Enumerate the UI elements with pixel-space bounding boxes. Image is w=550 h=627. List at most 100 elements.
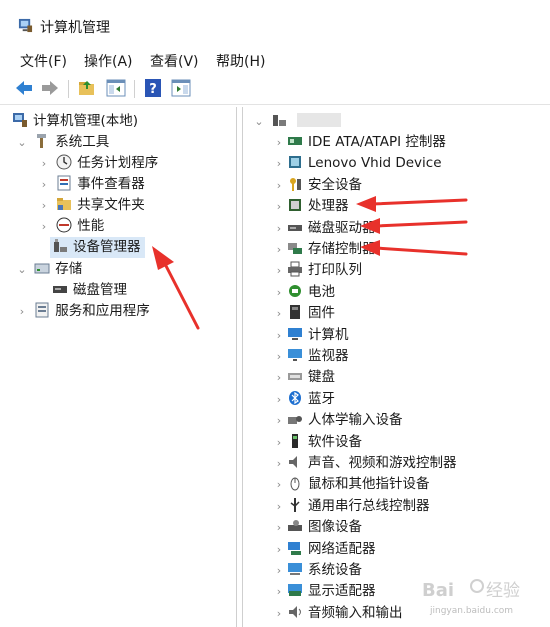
keyboard-icon	[288, 373, 302, 381]
chevron-right-icon[interactable]: ›	[38, 195, 50, 216]
device-category-label: IDE ATA/ATAPI 控制器	[308, 134, 446, 150]
chevron-right-icon[interactable]: ›	[273, 132, 285, 153]
baidu-watermark: Bai 经验 jingyan.baidu.com	[420, 574, 545, 622]
device-category[interactable]: › IDE ATA/ATAPI 控制器	[273, 132, 446, 153]
chevron-down-icon[interactable]: ⌄	[16, 132, 28, 153]
device-category[interactable]: › 鼠标和其他指针设备	[273, 474, 430, 495]
storage-controller-icon	[288, 243, 302, 254]
chevron-right-icon[interactable]: ›	[273, 539, 285, 560]
help-icon[interactable]: ?	[143, 78, 163, 98]
device-category[interactable]: › 计算机	[273, 325, 349, 346]
chevron-right-icon[interactable]: ›	[273, 432, 285, 453]
device-category[interactable]: › 人体学输入设备	[273, 410, 403, 431]
tree-item-task-scheduler[interactable]: › 任务计划程序	[38, 153, 158, 174]
chevron-right-icon[interactable]: ›	[273, 282, 285, 303]
chevron-right-icon[interactable]: ›	[16, 301, 28, 322]
chevron-right-icon[interactable]: ›	[273, 389, 285, 410]
device-category[interactable]: › 处理器	[273, 196, 349, 217]
tree-item-label: 系统工具	[55, 134, 110, 150]
camera-icon	[288, 520, 302, 532]
menu-action[interactable]: 操作(A)	[84, 51, 133, 71]
device-category[interactable]: › 安全设备	[273, 175, 362, 196]
device-category[interactable]: › 键盘	[273, 367, 335, 388]
red-arrow-device-manager	[152, 246, 200, 330]
device-category[interactable]: › 电池	[273, 282, 335, 303]
battery-icon	[289, 284, 301, 297]
chevron-right-icon[interactable]: ›	[273, 517, 285, 538]
chevron-right-icon[interactable]: ›	[273, 239, 285, 260]
chevron-right-icon[interactable]: ›	[273, 453, 285, 474]
device-category-label: 计算机	[308, 326, 349, 343]
usb-icon	[290, 497, 300, 512]
tree-item-label: 服务和应用程序	[55, 303, 150, 319]
device-category[interactable]: › 软件设备	[273, 432, 362, 453]
menu-view[interactable]: 查看(V)	[150, 51, 199, 71]
computer-management-icon	[13, 113, 27, 127]
chevron-right-icon[interactable]: ›	[273, 303, 285, 324]
chevron-right-icon[interactable]: ›	[273, 560, 285, 581]
chevron-right-icon[interactable]: ›	[273, 196, 285, 217]
device-category[interactable]: › 网络适配器	[273, 539, 376, 560]
chevron-right-icon[interactable]: ›	[273, 410, 285, 431]
chevron-right-icon[interactable]: ›	[273, 474, 285, 495]
monitor-icon	[288, 349, 302, 361]
tree-item-label: 性能	[77, 218, 105, 234]
device-category[interactable]: › 监视器	[273, 346, 349, 367]
device-category-label: 打印队列	[308, 262, 362, 279]
device-tree-root[interactable]: ⌄	[253, 111, 345, 132]
device-category[interactable]: › 固件	[273, 303, 335, 324]
device-category[interactable]: › 蓝牙	[273, 389, 335, 410]
chevron-right-icon[interactable]: ›	[38, 153, 50, 174]
tree-item-storage[interactable]: ⌄ 存储	[16, 259, 82, 280]
device-category[interactable]: › 图像设备	[273, 517, 362, 538]
chevron-right-icon[interactable]: ›	[273, 581, 285, 602]
device-category-label: 通用串行总线控制器	[308, 497, 430, 514]
menu-help[interactable]: 帮助(H)	[216, 51, 265, 71]
chevron-down-icon[interactable]: ⌄	[16, 259, 28, 280]
tree-item-performance[interactable]: › 性能	[38, 216, 104, 237]
device-category[interactable]: › 系统设备	[273, 560, 362, 581]
title-bar: 计算机管理	[0, 0, 550, 46]
chevron-right-icon[interactable]: ›	[273, 496, 285, 517]
back-icon[interactable]	[14, 78, 34, 98]
tree-item-event-viewer[interactable]: › 事件查看器	[38, 174, 145, 195]
chevron-right-icon[interactable]: ›	[273, 325, 285, 346]
processor-icon	[289, 199, 301, 212]
device-category[interactable]: › 通用串行总线控制器	[273, 496, 430, 517]
device-manager-icon	[54, 239, 67, 252]
hid-device-icon	[289, 156, 301, 169]
system-device-icon	[288, 563, 302, 575]
tree-item-disk-management[interactable]: 磁盘管理	[50, 280, 127, 301]
forward-icon[interactable]	[40, 78, 60, 98]
tree-item-shared-folders[interactable]: › 共享文件夹	[38, 195, 145, 216]
tree-item-root[interactable]: 计算机管理(本地)	[12, 111, 138, 132]
tree-item-device-manager[interactable]: 设备管理器	[50, 237, 145, 258]
device-category[interactable]: › 声音、视频和游戏控制器	[273, 453, 457, 474]
chevron-right-icon[interactable]: ›	[273, 260, 285, 281]
chevron-right-icon[interactable]: ›	[273, 175, 285, 196]
chevron-right-icon[interactable]: ›	[273, 218, 285, 239]
device-category[interactable]: › 打印队列	[273, 260, 362, 281]
menu-file[interactable]: 文件(F)	[20, 51, 67, 71]
svg-text:Bai: Bai	[422, 580, 454, 601]
device-category-label: 监视器	[308, 348, 349, 364]
up-folder-icon[interactable]	[77, 78, 97, 98]
device-category-label: 显示适配器	[308, 583, 376, 600]
chevron-right-icon[interactable]: ›	[38, 174, 50, 195]
chevron-right-icon[interactable]: ›	[273, 367, 285, 388]
hid-input-icon	[288, 416, 302, 425]
tree-item-services-apps[interactable]: › 服务和应用程序	[16, 301, 150, 322]
chevron-right-icon[interactable]: ›	[273, 603, 285, 624]
device-category[interactable]: › 显示适配器	[273, 581, 376, 602]
show-hide-tree-icon[interactable]	[106, 78, 126, 98]
chevron-right-icon[interactable]: ›	[273, 153, 285, 174]
show-action-pane-icon[interactable]	[171, 78, 191, 98]
device-category[interactable]: › Lenovo Vhid Device	[273, 153, 442, 174]
chevron-down-icon[interactable]: ⌄	[253, 111, 265, 132]
chevron-right-icon[interactable]: ›	[38, 216, 50, 237]
chevron-right-icon[interactable]: ›	[273, 346, 285, 367]
device-category[interactable]: › 音频输入和输出	[273, 603, 403, 624]
device-category-label: 图像设备	[308, 519, 362, 536]
sound-icon	[289, 456, 297, 468]
tree-item-system-tools[interactable]: ⌄ 系统工具	[16, 132, 109, 153]
